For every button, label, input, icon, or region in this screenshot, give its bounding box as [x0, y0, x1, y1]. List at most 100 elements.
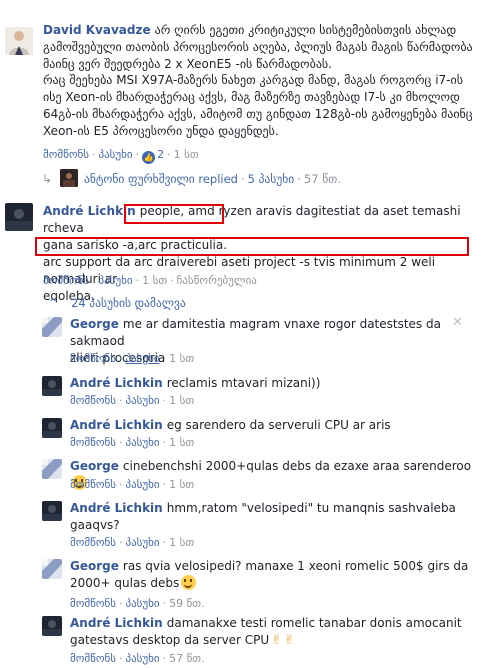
reply-summary-avatar[interactable] [60, 169, 78, 187]
separator: · [167, 148, 171, 161]
like-link[interactable]: მომწონს [70, 436, 116, 449]
highlight-box [124, 204, 224, 224]
reply-text: damanakxe testi romelic tanabar donis am… [166, 616, 462, 630]
reply-body: André Lichkin reclamis mtavari mizani)) [70, 375, 482, 392]
reply-link[interactable]: პასუხი [98, 148, 132, 161]
avatar-image [5, 203, 33, 231]
separator: · [91, 148, 96, 161]
reply-avatar[interactable] [42, 501, 62, 521]
reply-avatar[interactable] [42, 459, 62, 479]
separator: · [118, 478, 123, 491]
timestamp[interactable]: 1 სთ [169, 436, 194, 449]
reply-link[interactable]: პასუხი [125, 478, 159, 491]
reply-author-link[interactable]: George [70, 317, 119, 331]
reply-link[interactable]: პასუხი [125, 536, 159, 549]
reply-link[interactable]: პასუხი [125, 394, 159, 407]
reply-avatar[interactable] [42, 616, 62, 636]
avatar-image [60, 169, 78, 187]
reply-body: André Lichkin damanakxe testi romelic tan… [70, 615, 482, 649]
separator: · [162, 352, 167, 365]
like-link[interactable]: მომწონს [70, 597, 116, 610]
chevron-up-icon[interactable]: ⌃ [48, 296, 58, 310]
like-link[interactable]: მომწონს [70, 394, 116, 407]
comment-body: David Kvavadze არ ღირს ეგეთი კრიტიკული სი… [43, 22, 485, 73]
reply-summary-verb[interactable]: replied [198, 172, 238, 186]
reply-actions: მომწონს · პასუხი · 1 სთ [70, 478, 194, 491]
reply-summary-time[interactable]: 57 წთ. [304, 172, 341, 186]
avatar-image [42, 418, 62, 438]
reply-author-link[interactable]: André Lichkin [70, 418, 163, 432]
separator: · [118, 352, 123, 365]
separator: · [118, 536, 123, 549]
separator: · [162, 652, 167, 665]
reply-text: reclamis mtavari mizani)) [166, 376, 321, 390]
separator: · [91, 274, 96, 287]
separator: · [297, 172, 301, 186]
reply-author-link[interactable]: André Lichkin [70, 376, 163, 390]
reply-summary-name[interactable]: ანტონი ფურხშვილი [84, 172, 195, 186]
reply-actions: მომწონს · პასუხი · 59 წთ. [70, 597, 205, 610]
reply-body: George ras qvia velosipedi? manaxe 1 xeon… [70, 558, 482, 592]
like-link[interactable]: მომწონს [70, 536, 116, 549]
reply-actions: მომწონს · პასუხი · 1 სთ [70, 436, 194, 449]
edited-label[interactable]: ჩასწორებულია [177, 274, 257, 287]
thumbs-up-icon[interactable]: 👍 [142, 151, 156, 164]
separator: · [162, 436, 167, 449]
comment-author-link[interactable]: David Kvavadze [43, 23, 151, 37]
reply-author-link[interactable]: André Lichkin [70, 501, 163, 515]
timestamp[interactable]: 1 სთ [174, 148, 199, 161]
close-icon[interactable]: ✕ [452, 315, 463, 330]
reply-author-link[interactable]: André Lichkin [70, 616, 163, 630]
separator: · [162, 536, 167, 549]
timestamp[interactable]: 59 წთ. [169, 597, 205, 610]
like-link[interactable]: მომწონს [70, 652, 116, 665]
avatar[interactable] [5, 27, 33, 55]
reply-summary[interactable]: ანტონი ფურხშვილი replied · 5 პასუხი · 57 წთ. [84, 172, 341, 186]
like-link[interactable]: მომწონს [70, 478, 116, 491]
timestamp[interactable]: 1 სთ [169, 478, 194, 491]
timestamp[interactable]: 1 სთ [169, 394, 194, 407]
reply-text: hmm,ratom "velosipedi" tu manqnis sashva… [166, 501, 456, 515]
reply-avatar[interactable] [42, 376, 62, 396]
timestamp[interactable]: 1 სთ [169, 536, 194, 549]
reply-link[interactable]: პასუხი [125, 652, 159, 665]
like-link[interactable]: მომწონს [70, 352, 116, 365]
separator: · [118, 652, 123, 665]
like-link[interactable]: მომწონს [43, 274, 89, 287]
reply-text-line2: 2000+ qulas debs [70, 576, 180, 590]
likes-count[interactable]: 2 [157, 148, 164, 161]
reply-avatar[interactable] [42, 559, 62, 579]
reply-author-link[interactable]: George [70, 559, 119, 573]
separator: · [162, 394, 167, 407]
reply-avatar[interactable] [42, 418, 62, 438]
reply-text: me ar damitestia magram vnaxe rogor date… [70, 317, 441, 348]
reply-author-link[interactable]: George [70, 459, 119, 473]
reply-avatar[interactable] [42, 317, 62, 337]
avatar-image [5, 27, 33, 55]
avatar-image [42, 501, 62, 521]
reply-actions: მომწონს · პასუხი · 1 სთ [70, 352, 194, 365]
reply-actions: მომწონს · პასუხი · 1 სთ [70, 394, 194, 407]
victory-hand-emoji-icon: ✌ [271, 633, 283, 648]
reply-text-line2: gatestavs desktop da server CPU [70, 633, 270, 647]
reply-body: André Lichkin eg sarendero da serveruli C… [70, 417, 482, 434]
reply-summary-count[interactable]: 5 პასუხი [248, 172, 295, 186]
separator: · [118, 436, 123, 449]
avatar-image [42, 616, 62, 636]
reply-link[interactable]: პასუხი [125, 436, 159, 449]
like-link[interactable]: მომწონს [43, 148, 89, 161]
reply-link[interactable]: პასუხი [125, 352, 159, 365]
timestamp[interactable]: 1 სთ [142, 274, 167, 287]
comment-author-link[interactable]: André Lichkin [43, 204, 136, 218]
smiley-emoji-icon [181, 575, 197, 590]
timestamp[interactable]: 57 წთ. [169, 652, 205, 665]
avatar-image [42, 317, 62, 337]
reply-link[interactable]: პასუხი [98, 274, 132, 287]
timestamp[interactable]: 1 სთ [169, 352, 194, 365]
hide-replies-link[interactable]: 24 პასუხის დამალვა [71, 296, 186, 310]
reply-arrow-icon: ↳ [42, 172, 53, 186]
reply-link[interactable]: პასუხი [125, 597, 159, 610]
avatar[interactable] [5, 203, 33, 231]
avatar-image [42, 559, 62, 579]
comment-paragraph-2: რაც შეეხება MSI X97A-მაზერს ნახეთ კარგად… [43, 73, 473, 138]
